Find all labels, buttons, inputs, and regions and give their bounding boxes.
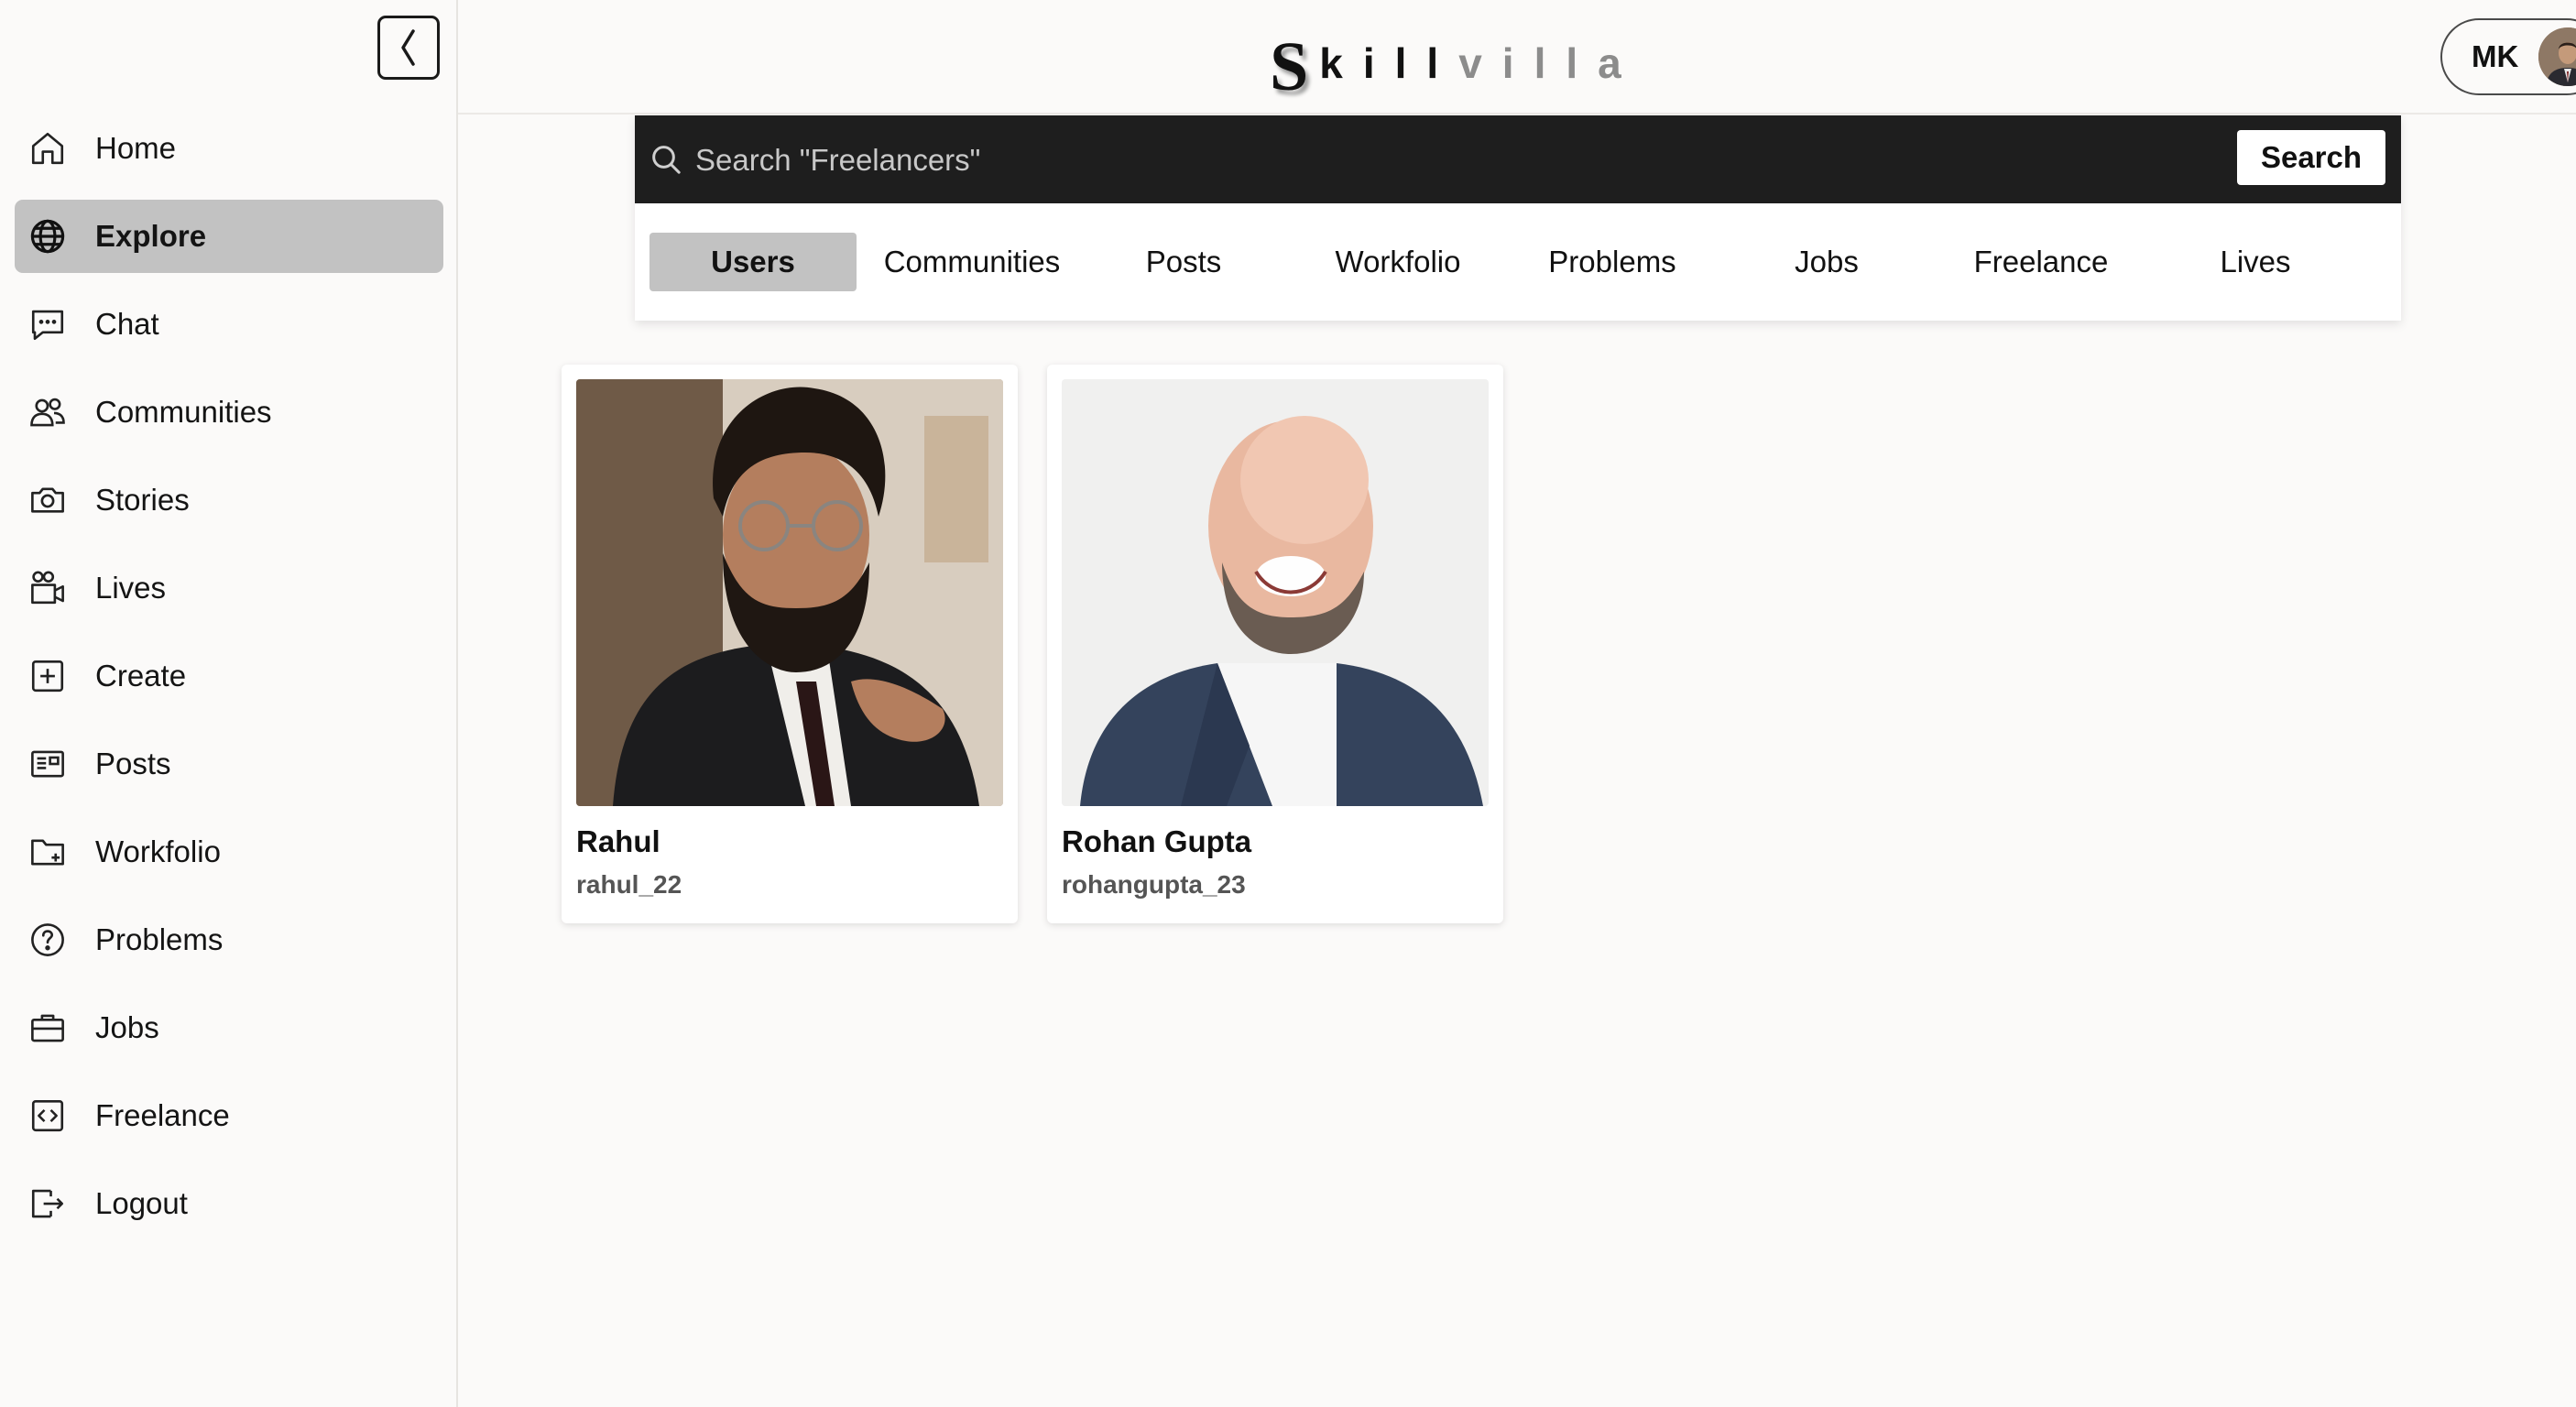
globe-icon bbox=[27, 216, 68, 256]
sidebar-item-label: Workfolio bbox=[95, 834, 221, 868]
user-photo bbox=[576, 379, 1003, 806]
camera-icon bbox=[27, 480, 68, 520]
folder-plus-icon bbox=[27, 832, 68, 872]
video-icon bbox=[27, 568, 68, 608]
sidebar-item-explore[interactable]: Explore bbox=[15, 200, 443, 273]
sidebar-item-stories[interactable]: Stories bbox=[15, 464, 443, 537]
sidebar-nav: Home Explore Chat Communities Stories Li… bbox=[15, 112, 443, 1255]
logo-letter-s: S bbox=[1270, 28, 1309, 105]
tab-lives[interactable]: Lives bbox=[2152, 233, 2359, 291]
sidebar-item-label: Problems bbox=[95, 922, 224, 956]
tab-jobs[interactable]: Jobs bbox=[1723, 233, 1930, 291]
sidebar-item-label: Communities bbox=[95, 395, 272, 429]
tab-problems[interactable]: Problems bbox=[1509, 233, 1716, 291]
sidebar-item-workfolio[interactable]: Workfolio bbox=[15, 815, 443, 889]
search-icon bbox=[652, 146, 681, 174]
tab-workfolio[interactable]: Workfolio bbox=[1294, 233, 1501, 291]
search-input[interactable] bbox=[693, 132, 1943, 189]
plus-square-icon bbox=[27, 656, 68, 696]
sidebar-item-problems[interactable]: Problems bbox=[15, 903, 443, 976]
user-handle: rohangupta_23 bbox=[1062, 870, 1246, 899]
profile-menu-button[interactable]: MK bbox=[2440, 18, 2576, 95]
profile-initials: MK bbox=[2472, 39, 2519, 73]
sidebar-item-create[interactable]: Create bbox=[15, 639, 443, 713]
user-card[interactable]: Rahul rahul_22 bbox=[562, 365, 1018, 923]
briefcase-icon bbox=[27, 1008, 68, 1048]
search-panel: Search Users Communities Posts Workfolio… bbox=[635, 115, 2401, 321]
sidebar-item-home[interactable]: Home bbox=[15, 112, 443, 185]
top-header: S kill villa MK bbox=[458, 0, 2576, 115]
collapse-sidebar-button[interactable] bbox=[377, 16, 440, 80]
sidebar-item-label: Lives bbox=[95, 571, 167, 605]
logo-text-light: villa bbox=[1458, 39, 1642, 87]
code-square-icon bbox=[27, 1096, 68, 1136]
sidebar-item-lives[interactable]: Lives bbox=[15, 551, 443, 625]
home-icon bbox=[27, 128, 68, 169]
sidebar-item-label: Logout bbox=[95, 1186, 188, 1220]
sidebar-item-label: Jobs bbox=[95, 1010, 159, 1044]
sidebar-item-chat[interactable]: Chat bbox=[15, 288, 443, 361]
tab-users[interactable]: Users bbox=[649, 233, 857, 291]
user-handle: rahul_22 bbox=[576, 870, 682, 899]
skillvilla-logo[interactable]: S kill villa bbox=[1270, 26, 1642, 105]
sidebar-item-jobs[interactable]: Jobs bbox=[15, 991, 443, 1064]
tab-posts[interactable]: Posts bbox=[1080, 233, 1287, 291]
sidebar-item-label: Freelance bbox=[95, 1098, 230, 1132]
search-bar: Search bbox=[635, 115, 2401, 203]
sidebar-item-label: Home bbox=[95, 131, 177, 165]
sidebar-item-label: Posts bbox=[95, 747, 171, 780]
avatar bbox=[2538, 27, 2576, 86]
sidebar-item-label: Explore bbox=[95, 219, 207, 253]
sidebar-item-label: Stories bbox=[95, 483, 190, 517]
sidebar-item-label: Create bbox=[95, 659, 187, 693]
user-name: Rohan Gupta bbox=[1062, 824, 1252, 858]
user-card[interactable]: Rohan Gupta rohangupta_23 bbox=[1047, 365, 1503, 923]
logo-text-dark: kill bbox=[1319, 39, 1459, 87]
sidebar: Home Explore Chat Communities Stories Li… bbox=[0, 0, 458, 1407]
user-name: Rahul bbox=[576, 824, 660, 858]
category-tabs: Users Communities Posts Workfolio Proble… bbox=[649, 233, 2390, 291]
sidebar-item-posts[interactable]: Posts bbox=[15, 727, 443, 801]
chevron-left-icon bbox=[401, 29, 415, 66]
sidebar-item-logout[interactable]: Logout bbox=[15, 1167, 443, 1240]
tab-freelance[interactable]: Freelance bbox=[1937, 233, 2145, 291]
users-icon bbox=[27, 392, 68, 432]
user-photo bbox=[1062, 379, 1489, 806]
search-button[interactable]: Search bbox=[2237, 130, 2385, 185]
newspaper-icon bbox=[27, 744, 68, 784]
chat-icon bbox=[27, 304, 68, 344]
question-circle-icon bbox=[27, 920, 68, 960]
sidebar-item-communities[interactable]: Communities bbox=[15, 376, 443, 449]
sidebar-item-freelance[interactable]: Freelance bbox=[15, 1079, 443, 1152]
tab-communities[interactable]: Communities bbox=[866, 233, 1078, 291]
logout-icon bbox=[27, 1183, 68, 1224]
sidebar-item-label: Chat bbox=[95, 307, 159, 341]
